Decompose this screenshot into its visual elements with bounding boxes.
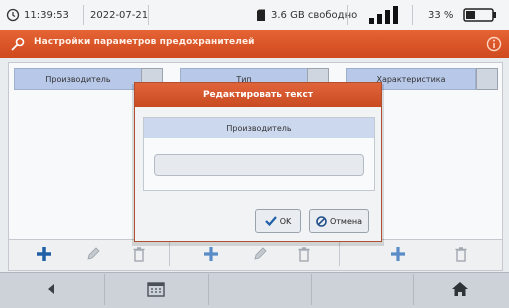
cancel-button[interactable]: Отмена	[309, 209, 369, 233]
manufacturer-text-input[interactable]	[154, 154, 364, 176]
back-arrow-icon	[48, 284, 54, 294]
trash-icon	[298, 247, 310, 262]
battery-percent: 33 %	[428, 9, 454, 21]
add-type-button[interactable]	[200, 243, 222, 265]
delete-manufacturer-button[interactable]	[128, 243, 150, 265]
plus-icon	[37, 247, 51, 261]
clock-icon	[6, 8, 20, 22]
storage-text: 3.6 GB свободно	[271, 9, 358, 21]
add-manufacturer-button[interactable]	[33, 243, 55, 265]
signal-indicator	[368, 4, 402, 26]
page-title: Настройки параметров предохранителей	[34, 37, 255, 47]
home-button[interactable]	[440, 276, 480, 302]
battery-icon	[463, 8, 497, 22]
dialog-field-group: Производитель	[143, 117, 375, 191]
sd-card-icon	[257, 9, 265, 21]
edit-text-dialog: Редактировать текст Производитель OK Отм…	[134, 82, 382, 242]
status-date: 2022-07-21	[90, 9, 149, 21]
add-characteristic-button[interactable]	[387, 243, 409, 265]
app-header: Настройки параметров предохранителей	[0, 30, 509, 58]
settings-key-icon	[11, 37, 25, 51]
delete-characteristic-button[interactable]	[450, 243, 472, 265]
back-button[interactable]	[32, 276, 72, 302]
trash-icon	[133, 247, 145, 262]
signal-strength-icon	[369, 6, 398, 24]
pencil-icon	[254, 247, 267, 260]
dialog-title: Редактировать текст	[135, 83, 381, 107]
info-icon[interactable]	[486, 36, 502, 52]
status-time: 11:39:53	[24, 9, 69, 21]
plus-icon	[391, 247, 405, 261]
storage-indicator: 3.6 GB свободно	[256, 4, 357, 26]
column-header-manufacturer[interactable]: Производитель	[14, 68, 142, 90]
delete-type-button[interactable]	[293, 243, 315, 265]
plus-icon	[204, 247, 218, 261]
calendar-icon	[147, 282, 165, 297]
checkmark-icon	[264, 216, 277, 226]
clock: 11:39:53	[6, 4, 69, 26]
ok-button[interactable]: OK	[255, 209, 301, 233]
edit-type-button[interactable]	[249, 243, 271, 265]
trash-icon	[455, 247, 467, 262]
column-select-characteristic[interactable]	[476, 68, 498, 90]
field-label: Производитель	[144, 118, 374, 138]
cancel-icon	[316, 215, 327, 227]
calendar-button[interactable]	[136, 276, 176, 302]
bottom-nav-bar	[0, 272, 509, 308]
pencil-icon	[87, 247, 100, 260]
status-bar: 11:39:53 2022-07-21 3.6 GB свободно 33 %	[0, 0, 509, 31]
battery-indicator: 33 %	[428, 4, 497, 26]
home-icon	[452, 282, 468, 296]
edit-manufacturer-button[interactable]	[82, 243, 104, 265]
